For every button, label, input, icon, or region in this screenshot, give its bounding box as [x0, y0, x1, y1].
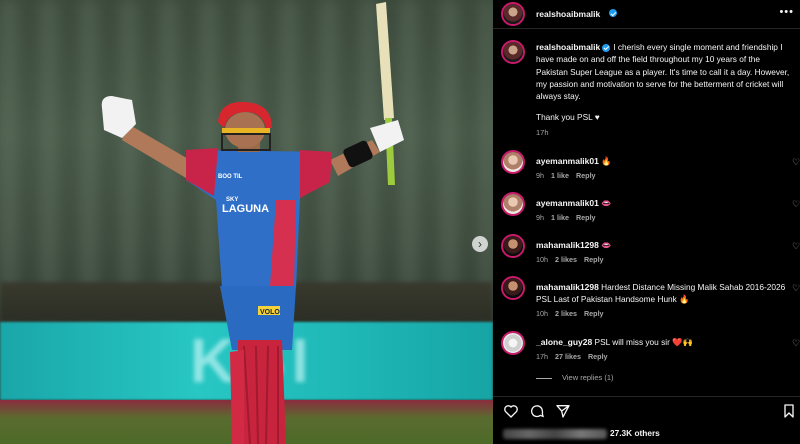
avatar[interactable] [503, 152, 523, 172]
caption-thanks: Thank you PSL ♥ [536, 112, 600, 122]
comment-username[interactable]: ayemanmalik01 [536, 156, 599, 166]
avatar[interactable] [503, 333, 523, 353]
post-time: 17h [536, 128, 549, 137]
comment-meta: 10h 2 likes Reply [536, 309, 604, 318]
belly-sponsor: VOLO [260, 309, 280, 316]
cricket-bat [376, 2, 395, 185]
comment-username[interactable]: ayemanmalik01 [536, 198, 599, 208]
chest-sponsor: BOO TIL [218, 174, 243, 180]
white-heart-icon: ♥ [594, 112, 600, 122]
more-options-icon[interactable]: ••• [779, 6, 794, 18]
comment-text: 👄 [601, 240, 612, 250]
player-illustration: VOLO BOO TIL SKY LAGUNA [101, 2, 404, 444]
comment-meta: 9h 1 like Reply [536, 213, 596, 222]
liked-by-blurred [503, 428, 607, 439]
comment-username[interactable]: mahamalik1298 [536, 240, 599, 250]
post-photo: KBI VOLO [0, 0, 493, 444]
post-caption: realshoaibmalik I cherish every single mo… [536, 41, 794, 102]
avatar[interactable] [503, 4, 523, 24]
bookmark-icon[interactable] [781, 403, 797, 419]
post-username[interactable]: realshoaibmalik [536, 9, 600, 19]
avatar[interactable] [503, 278, 523, 298]
share-icon[interactable] [555, 403, 571, 419]
caption-username[interactable]: realshoaibmalik [536, 42, 600, 52]
post-header: realshoaibmalik ••• [493, 0, 800, 29]
heart-icon[interactable]: ♡ [792, 242, 800, 251]
avatar[interactable] [503, 194, 523, 214]
post-details-panel: realshoaibmalik ••• realshoaibmalik I che… [493, 0, 800, 444]
verified-badge-icon [609, 9, 617, 17]
heart-icon[interactable] [503, 403, 519, 419]
heart-icon[interactable]: ♡ [792, 158, 800, 167]
comment-text: PSL will miss you sir ❤️🙌 [594, 337, 693, 347]
comment-username[interactable]: _alone_guy28 [536, 337, 592, 347]
chevron-right-icon[interactable]: › [472, 236, 488, 252]
comment-icon[interactable] [529, 403, 545, 419]
verified-badge-icon [602, 43, 611, 52]
comment-meta: 10h 2 likes Reply [536, 255, 604, 264]
caption-avatar[interactable] [503, 42, 523, 62]
comment-text: 👄 [601, 198, 612, 208]
jersey-sponsor: LAGUNA [222, 203, 269, 215]
divider [536, 377, 552, 379]
comment-meta: 17h 27 likes Reply [536, 352, 608, 361]
heart-icon[interactable]: ♡ [792, 339, 800, 348]
comment-meta: 9h 1 like Reply [536, 171, 596, 180]
likes-count[interactable]: 27.3K others [503, 428, 660, 439]
action-bar [493, 396, 800, 423]
heart-icon[interactable]: ♡ [792, 284, 800, 293]
view-replies-link[interactable]: View replies (1) [536, 373, 614, 382]
heart-icon[interactable]: ♡ [792, 200, 800, 209]
comment-text: 🔥 [601, 156, 612, 166]
comment-username[interactable]: mahamalik1298 [536, 282, 599, 292]
avatar[interactable] [503, 236, 523, 256]
